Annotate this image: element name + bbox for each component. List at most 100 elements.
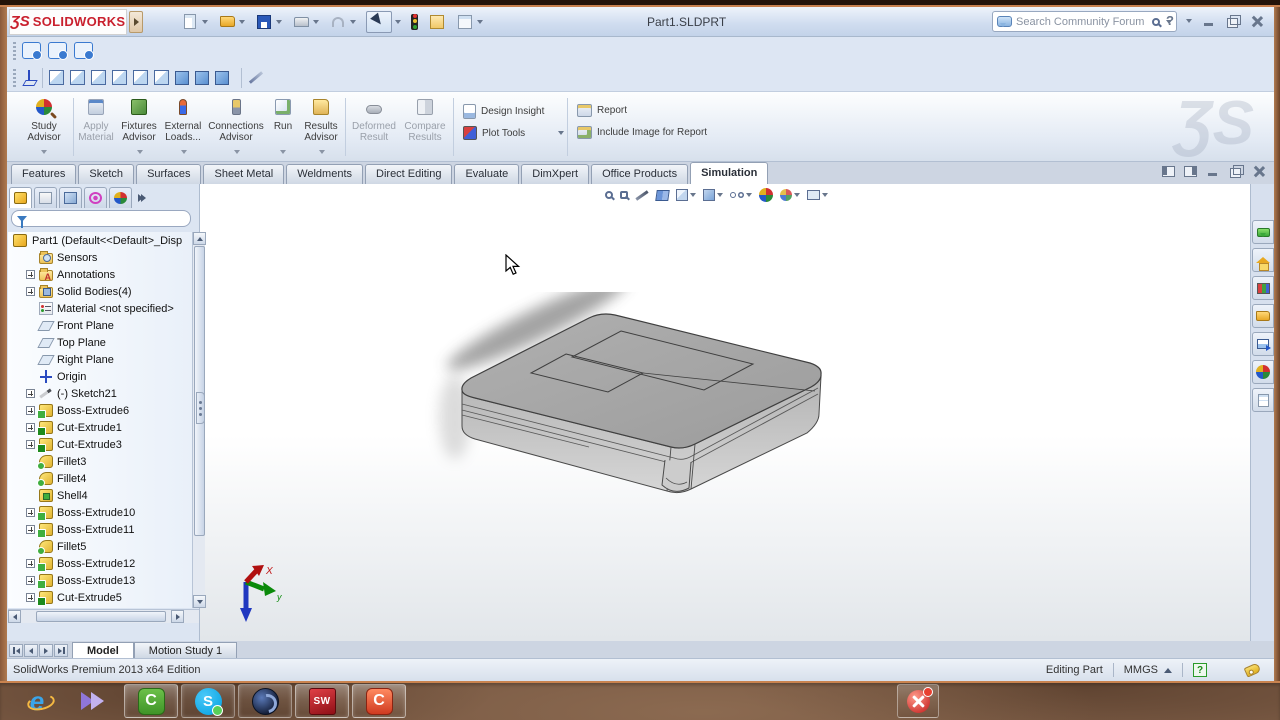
- menu-expand-button[interactable]: [129, 10, 143, 33]
- results-advisor-button[interactable]: Results Advisor: [301, 96, 341, 154]
- help-button[interactable]: ?: [1166, 13, 1174, 28]
- view-settings-icon[interactable]: [807, 186, 828, 204]
- scroll-right-button[interactable]: [171, 610, 184, 623]
- back-view-icon[interactable]: [70, 70, 85, 85]
- units-caret-icon[interactable]: [1164, 667, 1172, 673]
- rebuild-button[interactable]: [411, 13, 418, 30]
- chevron-down-icon[interactable]: [350, 19, 356, 24]
- tab-dimxpert[interactable]: DimXpert: [521, 164, 590, 184]
- view-palette-tab[interactable]: [1252, 332, 1274, 356]
- document-minimize-button[interactable]: [1206, 165, 1220, 177]
- right-view-icon[interactable]: [112, 70, 127, 85]
- tree-item[interactable]: Material <not specified>: [8, 300, 192, 317]
- tree-item[interactable]: Boss-Extrude11: [8, 521, 192, 538]
- include-image-for-report-button[interactable]: Include Image for Report: [577, 126, 707, 139]
- isometric-view-icon[interactable]: [175, 70, 189, 85]
- displaymanager-tab[interactable]: [109, 187, 132, 208]
- tree-horizontal-scrollbar[interactable]: [8, 609, 199, 623]
- tree-item[interactable]: Fillet4: [8, 470, 192, 487]
- tree-item[interactable]: Top Plane: [8, 334, 192, 351]
- close-button[interactable]: [1250, 15, 1264, 27]
- units-selector[interactable]: MMGS: [1124, 664, 1158, 676]
- new-document-button[interactable]: [181, 13, 208, 31]
- expand-icon[interactable]: [26, 525, 35, 534]
- taskbar-internet-explorer[interactable]: e: [10, 684, 64, 718]
- expand-icon[interactable]: [26, 440, 35, 449]
- undo-button[interactable]: [329, 13, 356, 31]
- tree-item[interactable]: Shell4: [8, 487, 192, 504]
- apply-material-button[interactable]: Apply Material: [75, 96, 117, 143]
- featuremanager-design-tree-tab[interactable]: [9, 187, 32, 208]
- section-view-icon[interactable]: [655, 186, 670, 204]
- chevron-down-icon[interactable]: [558, 131, 565, 135]
- scrollbar-thumb[interactable]: [36, 611, 166, 622]
- tree-item-root[interactable]: Part1 (Default<<Default>_Disp: [8, 232, 192, 249]
- print-button[interactable]: [292, 13, 319, 31]
- tree-item[interactable]: Cut-Extrude3: [8, 436, 192, 453]
- tree-item[interactable]: Front Plane: [8, 317, 192, 334]
- taskbar-kmplayer[interactable]: [67, 684, 121, 718]
- next-tab-button[interactable]: [39, 644, 53, 657]
- external-loads-button[interactable]: External Loads...: [161, 96, 205, 154]
- display-style-icon[interactable]: [703, 186, 723, 204]
- addin-capture-icon-3[interactable]: [74, 42, 94, 60]
- design-insight-button[interactable]: Design Insight: [463, 104, 544, 119]
- top-view-icon[interactable]: [133, 70, 148, 85]
- previous-tab-button[interactable]: [24, 644, 38, 657]
- toolbar-grip[interactable]: [13, 41, 16, 60]
- tree-item[interactable]: Fillet5: [8, 538, 192, 555]
- toolbar-grip[interactable]: [13, 68, 16, 87]
- trimetric-view-icon[interactable]: [215, 70, 229, 85]
- chevron-down-icon[interactable]: [276, 19, 282, 24]
- configurationmanager-tab[interactable]: [59, 187, 82, 208]
- motion-study-tab[interactable]: Motion Study 1: [133, 642, 238, 658]
- scroll-up-button[interactable]: [193, 232, 206, 245]
- tree-item[interactable]: Boss-Extrude10: [8, 504, 192, 521]
- search-icon[interactable]: [1152, 17, 1160, 26]
- solidworks-resources-tab[interactable]: [1252, 248, 1274, 272]
- zoom-previous-icon[interactable]: [635, 186, 649, 204]
- file-explorer-tab[interactable]: [1252, 304, 1274, 328]
- document-close-button[interactable]: [1252, 165, 1266, 177]
- split-pane-left-icon[interactable]: [1162, 165, 1175, 177]
- dimetric-view-icon[interactable]: [195, 70, 209, 85]
- split-pane-right-icon[interactable]: [1184, 165, 1197, 177]
- tab-office-products[interactable]: Office Products: [591, 164, 689, 184]
- restore-button[interactable]: [1226, 14, 1241, 28]
- tab-surfaces[interactable]: Surfaces: [136, 164, 202, 184]
- chevron-down-icon[interactable]: [395, 19, 401, 24]
- design-library-tab[interactable]: [1252, 276, 1274, 300]
- tree-item[interactable]: Boss-Extrude13: [8, 572, 192, 589]
- tree-item[interactable]: (-) Sketch21: [8, 385, 192, 402]
- tree-item[interactable]: Right Plane: [8, 351, 192, 368]
- pane-splitter-handle[interactable]: [196, 392, 205, 424]
- run-button[interactable]: Run: [269, 96, 297, 154]
- tab-sketch[interactable]: Sketch: [78, 164, 135, 184]
- tab-weldments[interactable]: Weldments: [286, 164, 364, 184]
- tab-features[interactable]: Features: [11, 164, 77, 184]
- minimize-button[interactable]: [1202, 15, 1216, 27]
- tab-simulation[interactable]: Simulation: [690, 162, 769, 184]
- hide-show-items-icon[interactable]: [730, 186, 752, 204]
- view-selector-wand-icon[interactable]: [248, 71, 264, 84]
- expand-icon[interactable]: [26, 389, 35, 398]
- addin-capture-icon-1[interactable]: [22, 42, 42, 60]
- tree-item[interactable]: Boss-Extrude6: [8, 402, 192, 419]
- save-button[interactable]: [255, 13, 282, 31]
- expand-icon[interactable]: [26, 559, 35, 568]
- tree-item[interactable]: Sensors: [8, 249, 192, 266]
- dimxpertmanager-tab[interactable]: [84, 187, 107, 208]
- taskbar-camtasia-studio[interactable]: C: [124, 684, 178, 718]
- chevron-down-icon[interactable]: [280, 150, 286, 154]
- chevron-down-icon[interactable]: [1186, 18, 1192, 23]
- expand-icon[interactable]: [26, 423, 35, 432]
- tree-filter-input[interactable]: [11, 210, 191, 228]
- taskbar-solidworks[interactable]: SW: [295, 684, 349, 718]
- expand-icon[interactable]: [26, 508, 35, 517]
- more-tabs-chevron[interactable]: [138, 187, 146, 208]
- view-orientation-icon[interactable]: [676, 186, 696, 204]
- apply-scene-icon[interactable]: [780, 186, 800, 204]
- chevron-down-icon[interactable]: [319, 150, 325, 154]
- propertymanager-tab[interactable]: [34, 187, 57, 208]
- taskbar-cinema-4d[interactable]: [238, 684, 292, 718]
